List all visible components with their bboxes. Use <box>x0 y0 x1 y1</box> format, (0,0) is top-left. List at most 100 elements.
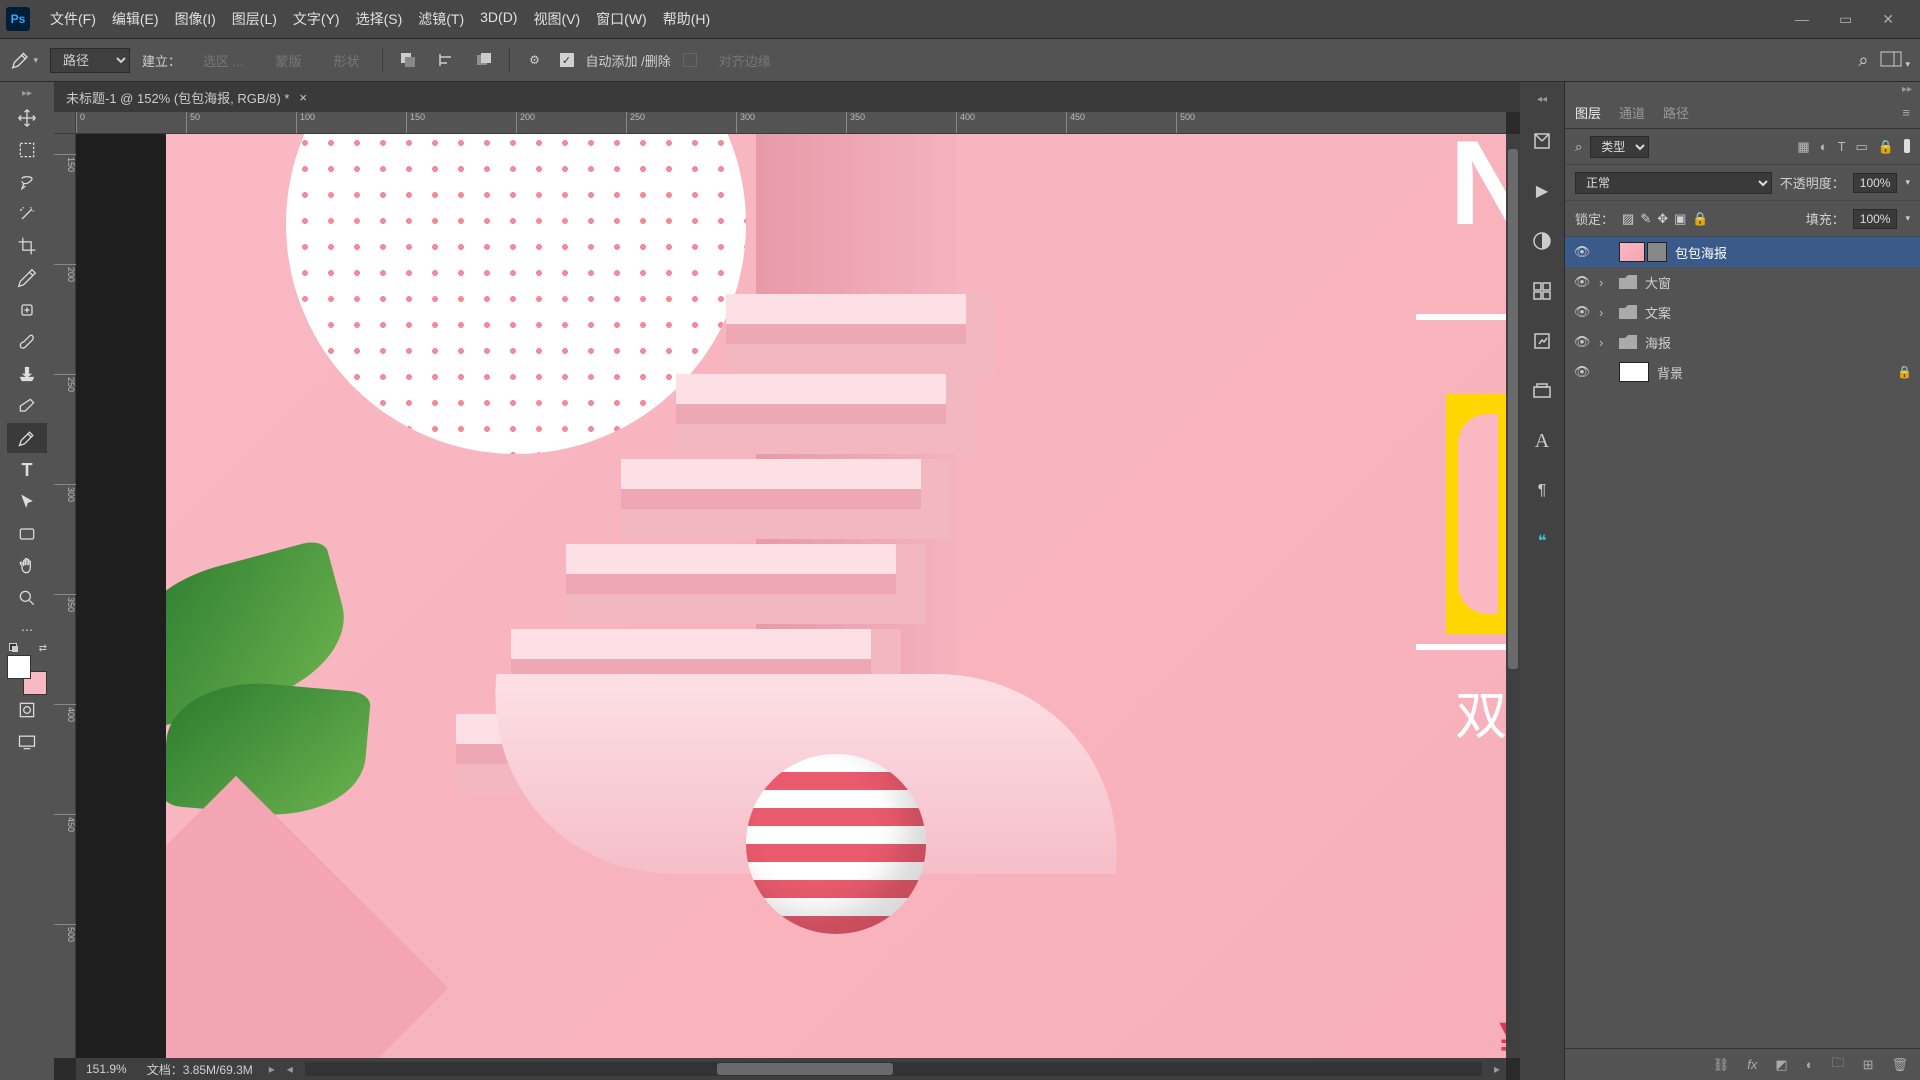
brush-tool[interactable] <box>7 327 47 357</box>
lock-position-icon[interactable]: ✥ <box>1657 211 1668 227</box>
adjustment-layer-icon[interactable]: ◐ <box>1806 1057 1814 1072</box>
visibility-icon[interactable]: 👁 <box>1573 244 1591 260</box>
swap-colors-icon[interactable]: ⇄ <box>39 643 47 654</box>
lock-transparency-icon[interactable]: ▨ <box>1622 211 1634 227</box>
menu-file[interactable]: 文件(F) <box>50 9 96 29</box>
paragraph-panel-icon[interactable]: ¶ <box>1528 477 1556 505</box>
layer-name[interactable]: 包包海报 <box>1675 243 1912 262</box>
layer-name[interactable]: 文案 <box>1645 303 1912 322</box>
path-arrangement-icon[interactable] <box>471 47 497 73</box>
lock-artboard-icon[interactable]: ▣ <box>1674 211 1686 227</box>
scroll-left-icon[interactable]: ◂ <box>281 1062 299 1076</box>
menu-window[interactable]: 窗口(W) <box>596 9 647 29</box>
tab-paths[interactable]: 路径 <box>1663 103 1689 122</box>
layer-row[interactable]: 👁 › 海报 <box>1565 327 1920 357</box>
menu-edit[interactable]: 编辑(E) <box>112 9 159 29</box>
quick-mask-tool[interactable] <box>7 695 47 725</box>
actions-panel-icon[interactable]: ▶ <box>1528 177 1556 205</box>
filter-type-select[interactable]: 类型 <box>1590 136 1649 158</box>
align-edges-checkbox[interactable] <box>683 53 697 67</box>
vertical-scrollbar[interactable] <box>1506 134 1520 1058</box>
layer-mask-icon[interactable]: ◩ <box>1775 1057 1787 1073</box>
default-colors-icon[interactable] <box>9 643 19 653</box>
scrollbar-thumb[interactable] <box>717 1063 894 1075</box>
character-panel-icon[interactable]: A <box>1528 427 1556 455</box>
layer-name[interactable]: 背景 <box>1657 363 1889 382</box>
move-tool[interactable] <box>7 103 47 133</box>
blend-mode-select[interactable]: 正常 <box>1575 172 1772 194</box>
close-tab-icon[interactable]: × <box>299 90 307 105</box>
menu-image[interactable]: 图像(I) <box>175 9 216 29</box>
layer-name[interactable]: 大窗 <box>1645 273 1912 292</box>
crop-tool[interactable] <box>7 231 47 261</box>
pen-mode-select[interactable]: 路径 <box>50 48 130 73</box>
lasso-tool[interactable] <box>7 167 47 197</box>
expand-icon[interactable]: › <box>1599 275 1611 290</box>
expand-icon[interactable]: › <box>1599 335 1611 350</box>
type-tool[interactable]: T <box>7 455 47 485</box>
path-alignment-icon[interactable] <box>433 47 459 73</box>
new-layer-icon[interactable]: ⊞ <box>1863 1057 1874 1073</box>
clone-stamp-tool[interactable] <box>7 359 47 389</box>
eraser-tool[interactable] <box>7 391 47 421</box>
rectangle-tool[interactable] <box>7 519 47 549</box>
lock-icon[interactable]: 🔒 <box>1897 365 1912 379</box>
zoom-tool[interactable] <box>7 583 47 613</box>
path-selection-tool[interactable] <box>7 487 47 517</box>
pen-tool-icon[interactable]: ▾ <box>10 46 38 74</box>
collapse-panels-icon[interactable]: ◂◂ <box>1537 94 1547 105</box>
menu-help[interactable]: 帮助(H) <box>663 9 710 29</box>
layer-name[interactable]: 海报 <box>1645 333 1912 352</box>
horizontal-ruler[interactable]: 0 50 100 150 200 250 300 350 400 450 500 <box>76 112 1506 134</box>
lock-image-icon[interactable]: ✎ <box>1640 211 1651 227</box>
maximize-button[interactable]: ▭ <box>1839 11 1852 28</box>
plugin-panel-icon[interactable]: ❝ <box>1528 527 1556 555</box>
ruler-origin[interactable] <box>54 112 76 134</box>
collapse-panel-icon[interactable]: ▸▸ <box>1565 82 1920 97</box>
magic-wand-tool[interactable] <box>7 199 47 229</box>
make-shape-button[interactable]: 形状 <box>323 47 369 74</box>
more-tools[interactable]: ⋯ <box>7 615 47 645</box>
info-menu-icon[interactable]: ▸ <box>263 1062 281 1076</box>
document-info[interactable]: 文档：3.85M/69.3M <box>137 1061 263 1078</box>
vertical-ruler[interactable]: 150 200 250 300 350 400 450 500 <box>54 134 76 1058</box>
search-icon[interactable]: ⌕ <box>1858 50 1868 71</box>
filter-type-icon[interactable]: T <box>1838 139 1846 155</box>
search-icon[interactable]: ⌕ <box>1575 139 1582 155</box>
filter-smart-icon[interactable]: 🔒 <box>1878 139 1894 155</box>
make-selection-button[interactable]: 选区 ... <box>193 47 253 74</box>
foreground-color[interactable] <box>7 655 31 679</box>
layer-row[interactable]: 👁 背景 🔒 <box>1565 357 1920 387</box>
layer-thumbnail[interactable] <box>1619 242 1667 262</box>
styles-panel-icon[interactable] <box>1528 377 1556 405</box>
canvas[interactable]: N 双1 ¥ <box>76 134 1506 1058</box>
visibility-icon[interactable]: 👁 <box>1573 334 1591 350</box>
visibility-icon[interactable]: 👁 <box>1573 364 1591 380</box>
close-button[interactable]: ✕ <box>1882 11 1894 28</box>
new-group-icon[interactable]: 🗀 <box>1832 1054 1845 1076</box>
pen-tool[interactable] <box>7 423 47 453</box>
layer-row[interactable]: 👁 › 大窗 <box>1565 267 1920 297</box>
filter-pixel-icon[interactable]: ▦ <box>1797 139 1809 155</box>
expand-icon[interactable]: › <box>1599 305 1611 320</box>
scrollbar-thumb[interactable] <box>1508 149 1518 669</box>
fill-dropdown-icon[interactable]: ▾ <box>1905 213 1910 224</box>
tab-channels[interactable]: 通道 <box>1619 103 1645 122</box>
link-layers-icon[interactable]: ⛓ <box>1713 1057 1730 1073</box>
menu-select[interactable]: 选择(S) <box>356 9 403 29</box>
libraries-panel-icon[interactable] <box>1528 327 1556 355</box>
visibility-icon[interactable]: 👁 <box>1573 274 1591 290</box>
workspace-switcher-icon[interactable]: ▾ <box>1880 51 1910 70</box>
color-swatches[interactable]: ⇄ <box>7 655 47 695</box>
menu-3d[interactable]: 3D(D) <box>480 9 517 29</box>
menu-text[interactable]: 文字(Y) <box>293 9 340 29</box>
properties-panel-icon[interactable] <box>1528 277 1556 305</box>
scroll-right-icon[interactable]: ▸ <box>1488 1062 1506 1076</box>
gear-icon[interactable]: ⚙ <box>522 47 548 73</box>
horizontal-scrollbar[interactable] <box>305 1062 1482 1076</box>
expand-toolbar-icon[interactable]: ▸▸ <box>22 88 32 99</box>
filter-shape-icon[interactable]: ▭ <box>1856 139 1868 155</box>
minimize-button[interactable]: — <box>1795 11 1809 28</box>
healing-brush-tool[interactable] <box>7 295 47 325</box>
opacity-value[interactable]: 100% <box>1853 173 1898 193</box>
